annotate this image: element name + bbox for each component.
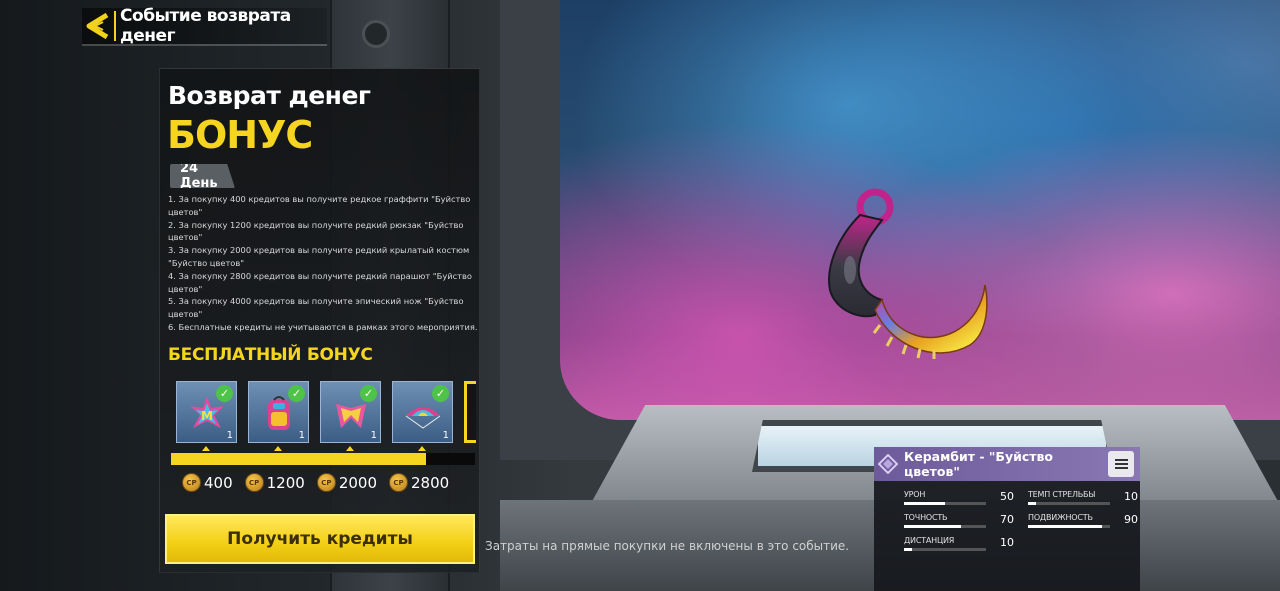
reward-count: 1 — [298, 430, 305, 441]
stat-bar — [1028, 525, 1110, 528]
weapon-name: Керамбит - "Буйство цветов" — [904, 449, 1054, 479]
stat-accuracy: ТОЧНОСТЬ 70 — [904, 513, 1014, 528]
get-credits-button[interactable]: Получить кредиты — [165, 514, 475, 564]
menu-line — [1114, 459, 1128, 461]
pointer-marker — [202, 446, 210, 451]
claimed-check-icon: ✓ — [288, 385, 305, 402]
milestone-list: CP 400 CP 1200 CP 2000 CP 2800 — [182, 473, 482, 492]
pointer-marker — [418, 446, 426, 451]
stat-mobility: ПОДВИЖНОСТЬ 90 — [1028, 513, 1138, 528]
reward-backpack[interactable]: ✓ 1 — [248, 381, 309, 443]
claimed-check-icon: ✓ — [360, 385, 377, 402]
milestone-2800: CP 2800 — [389, 473, 449, 492]
claimed-check-icon: ✓ — [432, 385, 449, 402]
stat-bar-fill — [1028, 525, 1102, 528]
reward-pointers — [176, 445, 476, 453]
stat-value: 50 — [1000, 490, 1014, 503]
stat-range: ДИСТАНЦИЯ 10 — [904, 536, 1014, 551]
stat-value: 70 — [1000, 513, 1014, 526]
wall-bolt — [362, 20, 390, 48]
top-bar: Событие возврата денег — [82, 6, 327, 46]
progress-bar — [171, 453, 475, 465]
back-button[interactable] — [82, 8, 114, 44]
stat-bar-fill — [1028, 502, 1037, 505]
cp-coin-icon: CP — [244, 473, 264, 492]
milestone-value: 400 — [204, 473, 233, 492]
stat-value: 90 — [1124, 513, 1138, 526]
back-arrow-icon — [86, 12, 109, 40]
rule-item: 3. За покупку 2000 кредитов вы получите … — [168, 245, 470, 268]
claimed-check-icon: ✓ — [216, 385, 233, 402]
rule-item: 2. За покупку 1200 кредитов вы получите … — [168, 219, 464, 243]
stat-label: УРОН — [904, 490, 926, 499]
milestone-400: CP 400 — [182, 473, 233, 492]
rule-item: 6. Бесплатные кредиты не учитываются в р… — [168, 321, 478, 332]
event-panel: Возврат денег БОНУС 24 День 1. За покупк… — [159, 68, 480, 573]
stat-bar-fill — [904, 548, 913, 551]
rule-item: 4. За покупку 2800 кредитов вы получите … — [168, 270, 472, 294]
stat-label: ДИСТАНЦИЯ — [904, 536, 955, 545]
pointer-marker — [346, 446, 354, 451]
epic-rarity-icon — [878, 454, 898, 474]
weapon-card-header: Керамбит - "Буйство цветов" — [874, 447, 1140, 481]
reward-next-partial[interactable] — [464, 381, 476, 443]
reward-count: 1 — [442, 430, 449, 441]
cp-coin-icon: CP — [389, 473, 409, 492]
milestone-2000: CP 2000 — [316, 473, 378, 492]
details-menu-button[interactable] — [1108, 451, 1134, 477]
stat-damage: УРОН 50 — [904, 490, 1014, 505]
cp-coin-icon: CP — [316, 473, 336, 492]
menu-line — [1114, 463, 1128, 465]
event-title: Возврат денег — [168, 81, 371, 110]
stat-value: 10 — [1124, 490, 1138, 503]
weapon-info-card: Керамбит - "Буйство цветов" УРОН 50 ТОЧН… — [874, 447, 1140, 591]
stat-bar — [1028, 502, 1110, 505]
title-separator — [114, 11, 117, 41]
reward-count: 1 — [226, 430, 233, 441]
reward-count: 1 — [370, 430, 377, 441]
stat-bar — [904, 548, 986, 551]
cp-coin-icon: CP — [182, 473, 201, 492]
milestone-value: 1200 — [266, 473, 305, 492]
karambit-knife-model — [828, 188, 988, 359]
stat-label: ТЕМП СТРЕЛЬБЫ — [1028, 490, 1096, 499]
rules-list: 1. За покупку 400 кредитов вы получите р… — [168, 193, 478, 334]
day-badge: 24 День — [170, 164, 235, 188]
stat-bar-fill — [904, 502, 945, 505]
milestone-value: 2000 — [338, 473, 378, 492]
reward-strip: M ✓ 1 ✓ 1 ✓ 1 ✓ 1 — [176, 381, 476, 445]
free-bonus-title: БЕСПЛАТНЫЙ БОНУС — [168, 345, 373, 365]
stat-label: ПОДВИЖНОСТЬ — [1028, 513, 1093, 522]
pointer-marker — [274, 446, 282, 451]
menu-line — [1114, 467, 1128, 469]
stat-value: 10 — [1000, 536, 1014, 549]
stat-bar-fill — [904, 525, 962, 528]
page-title: Событие возврата денег — [120, 6, 291, 46]
stat-fire-rate: ТЕМП СТРЕЛЬБЫ 10 — [1028, 490, 1138, 505]
progress-fill — [171, 453, 427, 465]
stat-bar — [904, 525, 986, 528]
purchase-note: Затраты на прямые покупки не включены в … — [485, 539, 850, 553]
event-bonus-heading: БОНУС — [167, 113, 313, 157]
stat-bar — [904, 502, 986, 505]
svg-text:M: M — [201, 409, 213, 423]
rule-item: 5. За покупку 4000 кредитов вы получите … — [168, 296, 464, 320]
stat-label: ТОЧНОСТЬ — [904, 513, 948, 522]
reward-parachute[interactable]: ✓ 1 — [392, 381, 453, 443]
milestone-value: 2800 — [411, 473, 450, 492]
reward-wingsuit[interactable]: ✓ 1 — [320, 381, 381, 443]
rule-item: 1. За покупку 400 кредитов вы получите р… — [168, 194, 471, 217]
milestone-1200: CP 1200 — [244, 473, 305, 492]
reward-graffiti[interactable]: M ✓ 1 — [176, 381, 237, 443]
